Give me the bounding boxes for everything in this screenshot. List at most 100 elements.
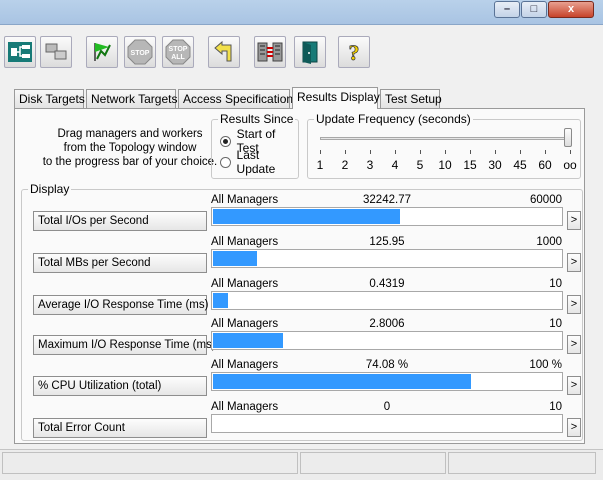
row-metric-button[interactable]: Total MBs per Second xyxy=(33,253,207,273)
display-row: All Managers 0 10 Total Error Count > xyxy=(15,400,586,440)
row-progress-bar[interactable] xyxy=(211,207,563,226)
row-expand-button[interactable]: > xyxy=(567,295,581,314)
row-target-label: All Managers xyxy=(211,318,279,330)
show-topology-button[interactable] xyxy=(4,36,36,68)
radio-last-update[interactable]: Last Update xyxy=(220,148,298,176)
minimize-button[interactable]: – xyxy=(494,1,520,18)
row-target-label: All Managers xyxy=(211,359,279,371)
row-value-label: 0.4319 xyxy=(369,278,405,290)
radio-dot xyxy=(220,135,231,147)
reset-workers-icon xyxy=(214,40,232,62)
row-expand-button[interactable]: > xyxy=(567,253,581,272)
radio-start-of-test[interactable]: Start of Test xyxy=(220,127,298,155)
slider-tick-label: 3 xyxy=(366,158,374,172)
stop-button[interactable]: STOP xyxy=(124,36,156,68)
row-value-label: 125.95 xyxy=(369,236,405,248)
slider-tick xyxy=(470,150,471,154)
row-metric-button[interactable]: % CPU Utilization (total) xyxy=(33,376,207,396)
row-metric-button[interactable]: Average I/O Response Time (ms) xyxy=(33,295,208,315)
slider-tick xyxy=(520,150,521,154)
status-pane-1 xyxy=(2,452,298,474)
row-value-label: 32242.77 xyxy=(363,194,411,206)
stop-all-icon: STOP ALL xyxy=(165,39,191,65)
row-metric-button[interactable]: Maximum I/O Response Time (ms) xyxy=(33,335,216,355)
row-progress-fill xyxy=(213,209,400,224)
row-progress-bar[interactable] xyxy=(211,291,563,310)
row-target-label: All Managers xyxy=(211,236,279,248)
title-bar: – □ x xyxy=(0,0,603,25)
svg-text:?: ? xyxy=(349,40,360,65)
row-max-label: 10 xyxy=(549,278,562,290)
svg-text:ALL: ALL xyxy=(171,54,185,61)
slider-tick-label: 10 xyxy=(438,158,452,172)
update-frequency-slider-thumb[interactable] xyxy=(564,128,572,147)
start-tests-icon xyxy=(94,43,111,61)
update-frequency-slider-track[interactable] xyxy=(320,137,572,140)
status-bar xyxy=(0,449,603,480)
slider-tick xyxy=(495,150,496,154)
slider-tick-label: 60 xyxy=(538,158,552,172)
row-max-label: 100 % xyxy=(529,359,562,371)
row-progress-fill xyxy=(213,374,471,389)
display-row: All Managers 32242.77 60000 Total I/Os per … xyxy=(15,193,586,233)
row-progress-bar[interactable] xyxy=(211,249,563,268)
disconnect-icon xyxy=(257,42,283,62)
row-expand-button[interactable]: > xyxy=(567,418,581,437)
svg-text:STOP: STOP xyxy=(169,46,188,53)
row-progress-bar[interactable] xyxy=(211,414,563,433)
results-since-title: Results Since xyxy=(218,112,296,126)
row-progress-bar[interactable] xyxy=(211,372,563,391)
maximize-button[interactable]: □ xyxy=(521,1,547,18)
exit-button[interactable] xyxy=(294,36,326,68)
slider-tick xyxy=(420,150,421,154)
reset-workers-button[interactable] xyxy=(208,36,240,68)
tab-access-specifications[interactable]: Access Specifications xyxy=(178,89,299,108)
stop-all-button[interactable]: STOP ALL xyxy=(162,36,194,68)
slider-tick-label: 15 xyxy=(463,158,477,172)
tab-results-display[interactable]: Results Display xyxy=(292,87,380,109)
slider-tick-label: oo xyxy=(563,158,577,172)
results-display-panel: Drag managers and workers from the Topol… xyxy=(14,108,585,444)
tab-network-targets[interactable]: Network Targets xyxy=(86,89,177,108)
row-target-label: All Managers xyxy=(211,194,279,206)
start-tests-button[interactable] xyxy=(86,36,118,68)
update-frequency-group: Update Frequency (seconds) 1 2 3 4 5 10 15 30 45… xyxy=(307,112,581,179)
row-metric-button[interactable]: Total I/Os per Second xyxy=(33,211,207,231)
radio-dot xyxy=(220,156,231,168)
row-progress-fill xyxy=(213,293,228,308)
row-metric-button[interactable]: Total Error Count xyxy=(33,418,207,438)
new-manager-button[interactable] xyxy=(40,36,72,68)
slider-tick xyxy=(370,150,371,154)
show-topology-icon xyxy=(8,42,32,62)
row-progress-bar[interactable] xyxy=(211,331,563,350)
slider-tick-label: 45 xyxy=(513,158,527,172)
exit-icon xyxy=(302,41,318,64)
slider-tick-label: 30 xyxy=(488,158,502,172)
slider-tick-label: 4 xyxy=(391,158,399,172)
slider-tick xyxy=(545,150,546,154)
row-max-label: 10 xyxy=(549,318,562,330)
help-text: Drag managers and workers from the Topol… xyxy=(42,128,218,168)
toolbar: STOP STOP ALL ? xyxy=(0,32,603,76)
display-row: All Managers 2.8006 10 Maximum I/O Response… xyxy=(15,317,586,357)
slider-tick xyxy=(345,150,346,154)
slider-tick xyxy=(320,150,321,154)
tab-test-setup[interactable]: Test Setup xyxy=(380,89,442,108)
display-row: All Managers 0.4319 10 Average I/O Response… xyxy=(15,277,586,317)
row-expand-button[interactable]: > xyxy=(567,335,581,354)
row-target-label: All Managers xyxy=(211,278,279,290)
status-pane-2 xyxy=(300,452,446,474)
tab-disk-targets[interactable]: Disk Targets xyxy=(14,89,85,108)
status-pane-3 xyxy=(448,452,596,474)
slider-tick xyxy=(570,150,571,154)
row-expand-button[interactable]: > xyxy=(567,211,581,230)
slider-tick-label: 2 xyxy=(341,158,349,172)
row-max-label: 60000 xyxy=(530,194,562,206)
new-manager-icon xyxy=(45,43,67,60)
row-progress-fill xyxy=(213,333,283,348)
disconnect-button[interactable] xyxy=(254,36,286,68)
row-expand-button[interactable]: > xyxy=(567,376,581,395)
help-button[interactable]: ? xyxy=(338,36,370,68)
close-button[interactable]: x xyxy=(548,1,594,18)
svg-text:STOP: STOP xyxy=(131,50,150,57)
